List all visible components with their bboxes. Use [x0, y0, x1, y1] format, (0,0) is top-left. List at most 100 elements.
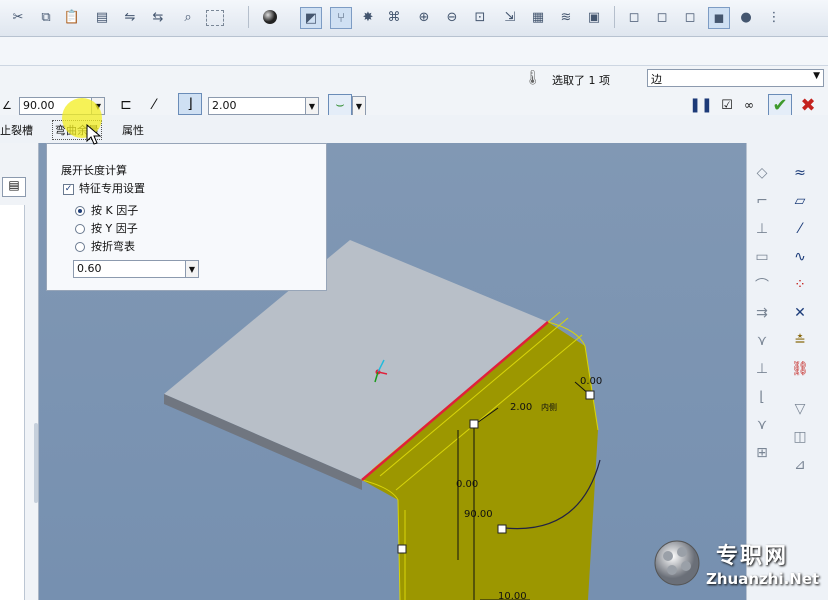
radio-y-factor[interactable]: [75, 224, 85, 234]
analysis-icon[interactable]: ≛: [789, 331, 811, 351]
drag-handle-length[interactable]: [397, 544, 407, 554]
radio-bend-table[interactable]: [75, 242, 85, 252]
watermark-cn: 专职网: [716, 543, 789, 569]
form-icon[interactable]: ▽: [789, 399, 811, 419]
orient-icon[interactable]: ⇲: [500, 7, 520, 27]
unbend-icon[interactable]: ⋎: [751, 331, 773, 351]
regenerate-icon[interactable]: ⇋: [120, 7, 140, 27]
rip-icon[interactable]: ⊞: [751, 443, 773, 463]
watermark-logo: [654, 540, 700, 586]
model-tree-list[interactable]: [0, 205, 25, 600]
model-tree-panel: ▤: [0, 143, 39, 600]
wireframe-icon[interactable]: ◻: [624, 7, 644, 27]
tab-properties[interactable]: 属性: [122, 122, 144, 138]
dim-mid-text[interactable]: 0.00: [456, 479, 478, 490]
right-feature-toolbar: ◇ ⌐ ⊥ ▭ ⌒ ⇉ ⋎ ⊥ ⌊ ⋎ ⊞ ≈ ▱ ⁄ ∿ ⁘ ✕ ≛ ⛓ ▽ …: [746, 143, 828, 600]
watermark-url: Zhuanzhi.Net: [706, 570, 820, 588]
thermometer-icon: 🌡: [524, 70, 542, 86]
tree-view-icon[interactable]: ▤: [2, 177, 26, 197]
hidden-line-icon[interactable]: ◻: [652, 7, 672, 27]
drag-handle-top[interactable]: [585, 390, 595, 400]
panel-splitter[interactable]: [34, 423, 38, 503]
find-icon[interactable]: ⌕: [178, 7, 198, 27]
selection-filter[interactable]: 边 ▼: [647, 69, 824, 87]
angle-icon: ∠: [2, 99, 12, 112]
radius-dropdown-button[interactable]: ▼: [305, 97, 319, 115]
zoom-in-icon[interactable]: ⊕: [414, 7, 434, 27]
bend-direction-icon[interactable]: ⊏: [117, 96, 135, 114]
flat-wall-icon[interactable]: ⊥: [751, 219, 773, 239]
toolbar-spacer: [0, 37, 828, 65]
csys-toggle-icon[interactable]: ⌘: [384, 7, 404, 27]
planes-toggle-icon[interactable]: ◩: [300, 7, 322, 29]
bend-outline-left: [361, 479, 401, 600]
drag-handle-radius[interactable]: [469, 419, 479, 429]
regen-manager-icon[interactable]: ⇆: [148, 7, 168, 27]
refit-icon[interactable]: ⊡: [470, 7, 490, 27]
mouse-pointer-icon: [86, 124, 102, 145]
glasses-icon[interactable]: ∞: [738, 97, 760, 113]
drag-handle-angle[interactable]: [497, 524, 507, 534]
zoom-out-icon[interactable]: ⊖: [442, 7, 462, 27]
wall-icon[interactable]: ◇: [751, 163, 773, 183]
bend-icon[interactable]: ⌒: [751, 275, 773, 295]
dashboard-tabs: 止裂槽 弯曲余量 属性: [0, 115, 828, 144]
cancel-icon[interactable]: ✖: [796, 94, 820, 116]
option-bend-table[interactable]: 按折弯表: [75, 238, 135, 254]
axes-toggle-icon[interactable]: ⑂: [330, 7, 352, 29]
shading-icon[interactable]: ◼: [708, 7, 730, 29]
feature-dashboard: 🌡 选取了 1 项 边 ▼ ∠ 90.00 ▼ ⊏ ⁄ ⌋ 2.00 ▼ ⌣ ▼…: [0, 65, 828, 117]
factor-value-input[interactable]: 0.60: [73, 260, 186, 278]
bend-allowance-panel: 展开长度计算 ✓ 特征专用设置 按 K 因子 按 Y 因子 按折弯表 0.60 ▼: [46, 143, 327, 291]
axis-icon[interactable]: ⁄: [789, 219, 811, 239]
plane-icon[interactable]: ▱: [789, 191, 811, 211]
accept-icon[interactable]: ✔: [768, 94, 792, 116]
display-style-icon[interactable]: ●: [736, 7, 756, 27]
feature-setting-option[interactable]: ✓ 特征专用设置: [63, 180, 145, 196]
flatten-icon[interactable]: ⌊: [751, 387, 773, 407]
tab-relief[interactable]: 止裂槽: [0, 122, 33, 138]
copy-icon[interactable]: ⧉: [36, 7, 56, 27]
deform-icon[interactable]: ⋎: [751, 415, 773, 435]
chevron-down-icon: ▼: [813, 71, 820, 81]
feature-setting-checkbox[interactable]: ✓: [63, 183, 74, 195]
dim-angle-text[interactable]: 90.00: [464, 509, 493, 520]
radio-k-factor[interactable]: [75, 206, 85, 216]
flip-angle-icon[interactable]: ⁄: [145, 96, 163, 114]
paste-special-icon[interactable]: ▤: [92, 7, 112, 27]
preview-checkbox-icon[interactable]: ☑: [720, 97, 734, 113]
csys-icon[interactable]: ✕: [789, 303, 811, 323]
dim-bottom-text[interactable]: 10.00: [498, 591, 527, 600]
bend-back-icon[interactable]: ⊥: [751, 359, 773, 379]
select-box-icon[interactable]: [206, 10, 224, 26]
dim-top-text[interactable]: 0.00: [580, 376, 602, 387]
notch-icon[interactable]: ⊿: [789, 455, 811, 475]
edge-bend-icon[interactable]: ⇉: [751, 303, 773, 323]
panel-title: 展开长度计算: [61, 164, 127, 177]
chain-icon[interactable]: ⛓: [789, 359, 811, 379]
radius-side-icon[interactable]: ⌣: [328, 94, 352, 116]
datum-plane-icon[interactable]: ≈: [789, 163, 811, 183]
curve-icon[interactable]: ∿: [789, 247, 811, 267]
factor-dropdown-button[interactable]: ▼: [185, 260, 199, 278]
dim-radius-text[interactable]: 2.00: [510, 402, 532, 413]
punch-icon[interactable]: ◫: [789, 427, 811, 447]
appearance-icon[interactable]: ▣: [584, 7, 604, 27]
option-y-factor[interactable]: 按 Y 因子: [75, 220, 138, 236]
no-hidden-icon[interactable]: ◻: [680, 7, 700, 27]
radius-side-dropdown[interactable]: ▼: [352, 96, 366, 117]
named-views-icon[interactable]: ▦: [528, 7, 548, 27]
layers-icon[interactable]: ≋: [556, 7, 576, 27]
option-k-factor[interactable]: 按 K 因子: [75, 202, 138, 218]
extrude-wall-icon[interactable]: ▭: [751, 247, 773, 267]
more-options-icon[interactable]: ⋮: [764, 7, 784, 27]
flange-icon[interactable]: ⌐: [751, 191, 773, 211]
radius-input[interactable]: 2.00: [208, 97, 306, 115]
paste-icon[interactable]: 📋: [62, 7, 82, 27]
pause-icon[interactable]: ❚❚: [689, 97, 712, 113]
sphere-icon[interactable]: [260, 7, 280, 27]
datum-point-icon[interactable]: ⁘: [789, 275, 811, 295]
points-toggle-icon[interactable]: ✸: [358, 7, 378, 27]
inner-radius-icon[interactable]: ⌋: [178, 93, 202, 115]
cut-icon[interactable]: ✂: [8, 7, 28, 27]
